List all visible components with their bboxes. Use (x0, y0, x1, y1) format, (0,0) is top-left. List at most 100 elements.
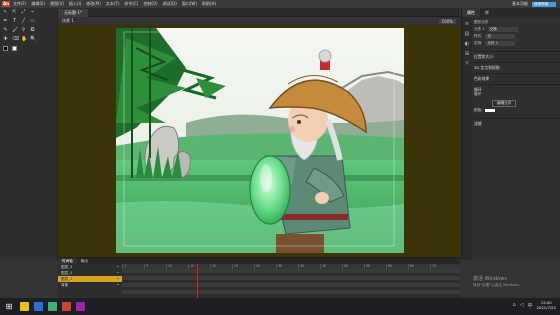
instance-label: 实例: (474, 41, 483, 45)
instance-type-label: 图形元件 (474, 20, 489, 24)
library-icon[interactable]: ▤ (464, 31, 470, 37)
style-select[interactable]: 无 (485, 34, 516, 39)
taskbar-app-icon[interactable] (48, 302, 57, 311)
section-filters[interactable]: 滤镜 (474, 118, 560, 126)
clock[interactable]: 15:00 2021/7/22 (537, 300, 556, 310)
eyedropper-icon[interactable]: ✚ (3, 37, 8, 42)
taskbar-app-icon[interactable] (76, 302, 85, 311)
menu-items: 文件(F) 编辑(E) 视图(V) 插入(I) 修改(M) 文本(T) 命令(C… (13, 1, 216, 7)
properties-body: 图形元件 元件 1 交换 样式: 无 实例: 元件 1 位置和大小 3D 定位和… (474, 19, 560, 126)
swap-button[interactable]: 交换 (487, 27, 518, 32)
color-icon[interactable]: ◐ (464, 41, 470, 47)
zoom-icon[interactable]: 🔍 (30, 37, 36, 42)
menu-modify[interactable]: 修改(M) (86, 1, 101, 7)
clock-date: 2021/7/22 (536, 305, 556, 310)
network-icon[interactable]: ⌂ (512, 302, 515, 308)
frame-track[interactable] (122, 276, 460, 281)
stroke-color-swatch[interactable] (3, 46, 8, 51)
color-chip[interactable] (485, 109, 496, 112)
menu-window[interactable]: 窗口(W) (182, 1, 197, 7)
edit-symbol-button[interactable]: 编辑元件 (492, 100, 517, 107)
menu-view[interactable]: 视图(V) (50, 1, 64, 7)
pen-icon[interactable]: ✒ (3, 19, 8, 24)
color-row: 颜色: (474, 107, 560, 114)
section-color-effect[interactable]: 色彩效果 (474, 73, 560, 81)
pasteboard[interactable] (58, 25, 460, 257)
tab-library[interactable]: 库 (480, 8, 494, 17)
color-label: 颜色: (474, 108, 483, 112)
menu-insert[interactable]: 插入(I) (69, 1, 81, 7)
jade-shield (249, 155, 291, 225)
loop-label: 循环 (474, 92, 482, 96)
windows-start-icon[interactable]: ⊞ (3, 302, 15, 312)
menu-bar: An 文件(F) 编辑(E) 视图(V) 插入(I) 修改(M) 文本(T) 命… (0, 0, 560, 8)
scene-label[interactable]: 场景 1 (62, 18, 74, 24)
volume-icon[interactable]: ◁ (520, 302, 524, 308)
instance-row: 实例: 元件 1 (474, 40, 560, 47)
instance-of-value: 元件 1 (474, 27, 485, 31)
section-loop[interactable]: 循环 (474, 84, 560, 92)
zoom-select[interactable]: 100% (438, 18, 456, 24)
taskbar-apps (15, 302, 85, 311)
paint-bucket-icon[interactable]: ⛾ (30, 28, 35, 33)
layer-name: 背景 (61, 283, 69, 287)
menu-text[interactable]: 文本(T) (106, 1, 120, 7)
frame-track[interactable] (122, 283, 460, 288)
rectangle-icon[interactable]: ▭ (30, 19, 35, 24)
properties-icon[interactable]: ≡ (464, 21, 470, 27)
workspace-switcher[interactable]: 基本功能 (512, 1, 528, 7)
fill-color-swatch[interactable] (12, 46, 17, 51)
document-tab[interactable]: 无标题-1* (58, 9, 88, 17)
playhead[interactable] (197, 264, 198, 299)
section-3d[interactable]: 3D 定位和视图 (474, 62, 560, 70)
eraser-icon[interactable]: ⌫ (12, 37, 19, 42)
layer-visibility-icon[interactable]: • (117, 282, 119, 288)
watermark-subtitle: 转到“设置”以激活 Windows。 (473, 283, 523, 287)
frame-area[interactable]: 1 5 10 15 20 25 30 35 40 45 50 55 60 65 70 (122, 264, 460, 299)
edit-bar: 场景 1 100% (58, 17, 460, 25)
frame-track[interactable] (122, 290, 460, 295)
tool-row: ✚ ⌫ ✋ 🔍 (0, 35, 57, 44)
align-icon[interactable]: ⊞ (464, 51, 470, 57)
instance-of-row: 元件 1 交换 (474, 26, 560, 33)
line-icon[interactable]: ╱ (21, 19, 26, 24)
system-tray: ⌂ ◁ 中 15:00 2021/7/22 (512, 300, 556, 310)
menu-edit[interactable]: 编辑(E) (31, 1, 45, 7)
menu-debug[interactable]: 调试(D) (163, 1, 177, 7)
hand-icon[interactable]: ✋ (21, 37, 27, 42)
panel-icon-strip: ≡ ▤ ◐ ⊞ ⤧ (462, 17, 472, 260)
section-position-size[interactable]: 位置和大小 (474, 51, 560, 59)
menu-help[interactable]: 帮助(H) (202, 1, 216, 7)
menu-file[interactable]: 文件(F) (13, 1, 26, 7)
properties-panel: 属性 库 ≡ ▤ ◐ ⊞ ⤧ 图形元件 元件 1 交换 样式: 无 实例: 元件… (461, 8, 560, 260)
taskbar-app-icon[interactable] (62, 302, 71, 311)
menu-commands[interactable]: 命令(C) (124, 1, 138, 7)
stage-canvas[interactable] (116, 28, 404, 253)
layer-list: 图层_3 • 图层_2 • 图层_1 • 背景 • (58, 264, 122, 299)
taskbar-app-icon[interactable] (34, 302, 43, 311)
stage-artwork (116, 28, 404, 253)
lasso-icon[interactable]: ⌁ (30, 10, 35, 15)
taskbar-app-icon[interactable] (20, 302, 29, 311)
shield-highlight (260, 164, 272, 192)
layer-row[interactable]: 背景 • (58, 282, 122, 288)
text-icon[interactable]: T (12, 19, 17, 24)
free-transform-icon[interactable]: ⤢ (21, 10, 26, 15)
bone-icon[interactable]: ⚲ (21, 28, 26, 33)
help-search-input[interactable]: 搜索帮助 (532, 1, 556, 7)
transform-icon[interactable]: ⤧ (464, 61, 470, 67)
tab-properties[interactable]: 属性 (462, 8, 480, 17)
tool-row: ✒ T ╱ ▭ (0, 17, 57, 26)
subselect-icon[interactable]: ⇱ (12, 10, 17, 15)
style-label: 样式: (474, 34, 483, 38)
select-icon[interactable]: ↖ (3, 10, 8, 15)
brush-icon[interactable]: 🖌 (12, 28, 18, 33)
frame-track[interactable] (122, 269, 460, 274)
timeline-panel: 时间轴 输出 图层_3 • 图层_2 • 图层_1 • 背景 • 1 5 10 15 20 25 30 35… (58, 257, 460, 299)
menu-control[interactable]: 控制(O) (143, 1, 157, 7)
properties-tabs: 属性 库 (462, 8, 560, 17)
pencil-icon[interactable]: ✎ (3, 28, 8, 33)
instance-select[interactable]: 元件 1 (485, 41, 516, 46)
animate-window: An 文件(F) 编辑(E) 视图(V) 插入(I) 修改(M) 文本(T) 命… (0, 0, 560, 315)
ime-indicator[interactable]: 中 (528, 302, 533, 309)
